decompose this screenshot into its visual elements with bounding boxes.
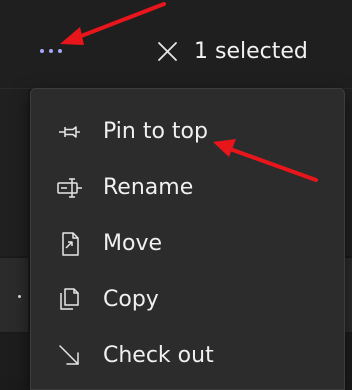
context-menu: Pin to top Rename Move Copy Check out <box>30 88 345 390</box>
menu-item-copy[interactable]: Copy <box>31 274 344 326</box>
menu-item-pin-to-top[interactable]: Pin to top <box>31 106 344 158</box>
background-list-row-selected <box>344 258 352 332</box>
rename-icon <box>55 173 85 203</box>
copy-icon <box>55 285 85 315</box>
background-list-row <box>344 334 352 379</box>
more-dot <box>49 49 53 53</box>
row-dot <box>18 295 21 298</box>
command-bar: 1 selected <box>0 0 352 89</box>
menu-item-move[interactable]: Move <box>31 218 344 270</box>
move-icon <box>55 229 85 259</box>
background-list-row <box>0 334 28 379</box>
check-out-icon <box>55 341 85 371</box>
more-horizontal-icon <box>40 49 44 53</box>
menu-item-label: Rename <box>103 175 194 200</box>
menu-item-label: Move <box>103 231 162 256</box>
clear-selection-button[interactable] <box>155 39 181 65</box>
menu-item-rename[interactable]: Rename <box>31 162 344 214</box>
menu-item-label: Check out <box>103 343 214 368</box>
selection-count-label: 1 selected <box>194 39 308 64</box>
menu-item-label: Pin to top <box>103 119 208 144</box>
background-list-row-selected[interactable] <box>0 258 28 332</box>
pin-icon <box>55 117 85 147</box>
menu-item-label: Copy <box>103 287 159 312</box>
more-options-button[interactable] <box>34 38 68 64</box>
more-dot <box>58 49 62 53</box>
menu-item-check-out[interactable]: Check out <box>31 330 344 382</box>
close-icon <box>158 42 177 61</box>
background-list-row <box>344 89 352 256</box>
background-list-row <box>0 89 28 256</box>
